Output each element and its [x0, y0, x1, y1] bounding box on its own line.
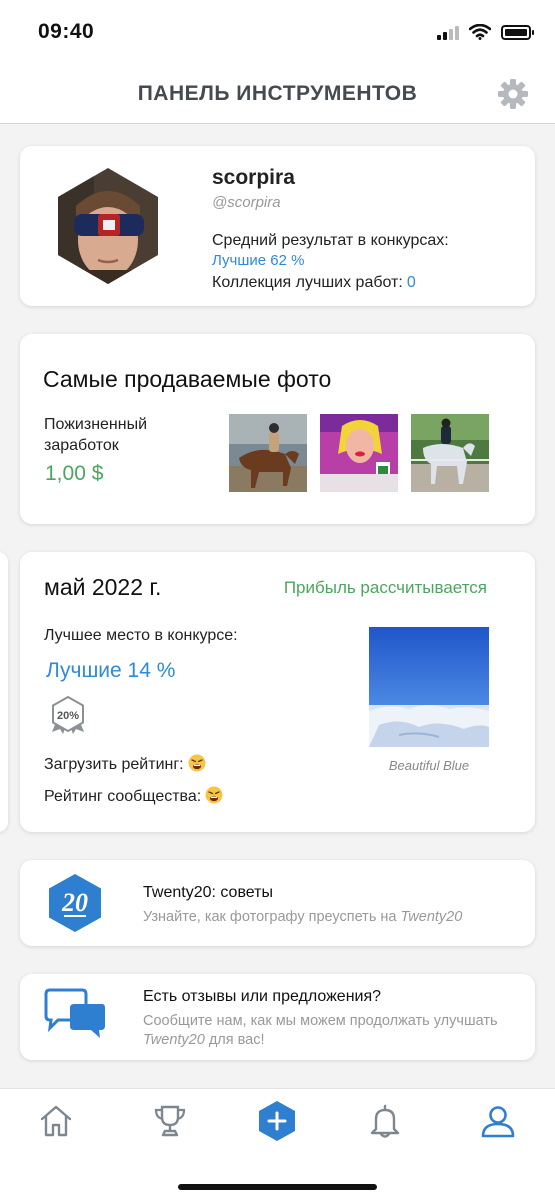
profile-card[interactable]: scorpira @scorpira Средний результат в к…: [20, 146, 535, 306]
top-20-badge-icon: 20%: [52, 696, 84, 734]
header: ПАНЕЛЬ ИНСТРУМЕНТОВ: [0, 64, 555, 124]
avg-result-value: Лучшие 62 %: [212, 252, 305, 269]
avatar[interactable]: [54, 166, 162, 286]
bell-icon[interactable]: [367, 1103, 403, 1139]
best-place-value: Лучшие 14 %: [46, 659, 176, 682]
profit-status: Прибыль рассчитывается: [283, 578, 487, 597]
community-rating: Рейтинг сообщества:: [44, 786, 223, 806]
add-icon[interactable]: [256, 1100, 298, 1142]
tips-card[interactable]: 20 Twenty20: советы Узнайте, как фотогра…: [20, 860, 535, 946]
signal-icon: [437, 24, 459, 40]
feedback-title: Есть отзывы или предложения?: [143, 988, 382, 1005]
status-bar: 09:40: [0, 0, 555, 64]
community-rating-label: Рейтинг сообщества:: [44, 788, 202, 805]
upload-rating: Загрузить рейтинг:: [44, 754, 206, 774]
best-photo-thumbnail[interactable]: [411, 414, 489, 492]
month-title: май 2022 г.: [44, 574, 162, 600]
weary-face-icon: [188, 754, 206, 772]
month-best-photo[interactable]: [369, 627, 489, 747]
user-handle: @scorpira: [212, 194, 281, 211]
best-selling-card[interactable]: Самые продаваемые фото Пожизненный зараб…: [20, 334, 535, 524]
previous-month-card-edge[interactable]: [0, 552, 8, 832]
username: scorpira: [212, 166, 295, 189]
collection-row: Коллекция лучших работ: 0: [212, 274, 416, 292]
profile-icon[interactable]: [480, 1103, 516, 1139]
tips-title: Twenty20: советы: [143, 884, 273, 901]
collection-label: Коллекция лучших работ:: [212, 274, 403, 291]
month-card[interactable]: май 2022 г. Прибыль рассчитывается Лучше…: [20, 552, 535, 832]
trophy-icon[interactable]: [152, 1103, 188, 1139]
svg-text:20%: 20%: [57, 710, 79, 722]
lifetime-earnings-label: Пожизненный заработок: [44, 416, 148, 454]
feedback-subtitle: Сообщите нам, как мы можем продолжать ул…: [143, 1013, 498, 1048]
best-photo-thumbnail[interactable]: [229, 414, 307, 492]
svg-text:20: 20: [61, 888, 88, 917]
home-indicator[interactable]: [178, 1184, 377, 1190]
chat-bubbles-icon: [44, 988, 105, 1038]
feedback-card[interactable]: Есть отзывы или предложения? Сообщите на…: [20, 974, 535, 1060]
best-place-label: Лучшее место в конкурсе:: [44, 627, 238, 644]
battery-icon: [501, 24, 534, 40]
twenty20-logo-icon: 20: [49, 874, 101, 932]
page-title: ПАНЕЛЬ ИНСТРУМЕНТОВ: [137, 82, 418, 105]
avg-result-label: Средний результат в конкурсах:: [212, 232, 449, 249]
month-photo-caption: Beautiful Blue: [388, 758, 470, 773]
collection-count[interactable]: 0: [407, 274, 416, 291]
lifetime-earnings-value: 1,00 $: [45, 462, 104, 485]
gear-icon[interactable]: [497, 78, 529, 110]
home-icon[interactable]: [38, 1103, 74, 1139]
best-photo-thumbnail[interactable]: [320, 414, 398, 492]
weary-face-icon: [205, 786, 223, 804]
wifi-icon: [469, 24, 491, 40]
best-selling-title: Самые продаваемые фото: [43, 366, 332, 392]
upload-rating-label: Загрузить рейтинг:: [44, 756, 184, 773]
tips-subtitle: Узнайте, как фотографу преуспеть на Twen…: [143, 909, 463, 925]
status-time: 09:40: [38, 20, 95, 43]
